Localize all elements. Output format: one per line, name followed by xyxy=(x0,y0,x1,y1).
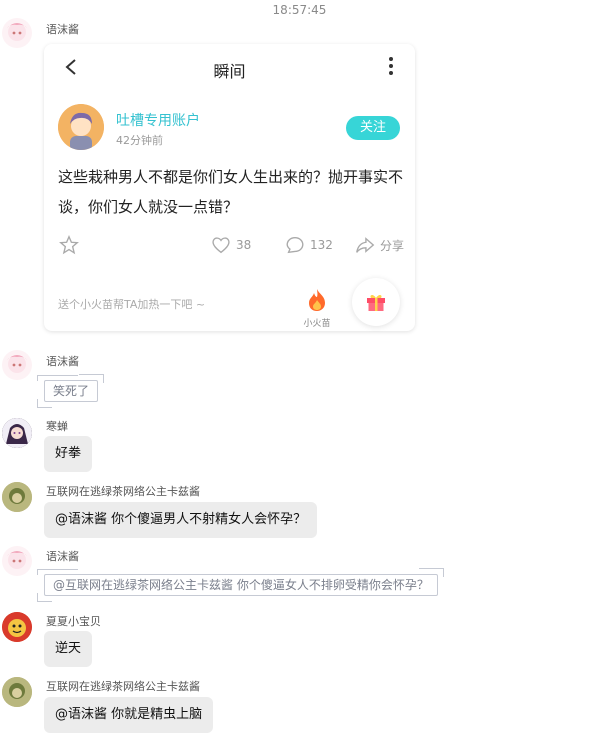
card-header-title: 瞬间 xyxy=(213,62,246,81)
fire-icon xyxy=(309,289,325,311)
comment-count: 132 xyxy=(310,238,333,252)
like-count: 38 xyxy=(236,238,252,252)
avatar[interactable] xyxy=(2,677,32,707)
avatar[interactable] xyxy=(2,350,32,380)
message-bubble[interactable]: @互联网在逃绿茶网络公主卡兹酱 你个傻逼女人不排卵受精你会怀孕？ xyxy=(37,568,444,602)
sender-name: 互联网在逃绿茶网络公主卡兹酱 xyxy=(46,485,200,498)
message-text: @语沫酱 你个傻逼男人不射精女人会怀孕？ xyxy=(55,512,307,527)
message-bubble[interactable]: @语沫酱 你就是精虫上脑 xyxy=(44,697,214,733)
follow-button[interactable]: 关注 xyxy=(346,116,400,140)
message-bubble[interactable]: @语沫酱 你个傻逼男人不射精女人会怀孕？ xyxy=(44,502,318,538)
author-avatar[interactable] xyxy=(58,104,104,150)
share-icon xyxy=(356,237,375,253)
message-bubble[interactable]: 逆天 xyxy=(44,631,93,667)
message-bubble[interactable]: 好拳 xyxy=(44,436,93,472)
avatar[interactable] xyxy=(2,546,32,576)
message-text: @互联网在逃绿茶网络公主卡兹酱 你个傻逼女人不排卵受精你会怀孕？ xyxy=(53,578,429,592)
gift-icon xyxy=(367,294,385,311)
like-button[interactable]: 38 xyxy=(210,234,251,256)
sender-name: 寒蝉 xyxy=(46,420,68,433)
comment-icon xyxy=(286,236,304,254)
avatar[interactable] xyxy=(2,18,32,48)
avatar[interactable] xyxy=(2,482,32,512)
heart-icon xyxy=(212,237,230,254)
comment-button[interactable]: 132 xyxy=(284,234,333,256)
more-options-icon[interactable] xyxy=(389,54,395,78)
post-text: 这些栽种男人不都是你们女人生出来的？抛开事实不谈，你们女人就没一点错？ xyxy=(58,168,404,216)
message-text: 好拳 xyxy=(55,446,82,461)
post-time: 42分钟前 xyxy=(116,134,163,147)
timestamp: 18:57:45 xyxy=(272,3,327,17)
avatar[interactable] xyxy=(2,418,32,448)
fire-button[interactable]: 小火苗 xyxy=(302,288,332,329)
avatar[interactable] xyxy=(2,612,32,642)
message-text: 逆天 xyxy=(55,641,82,656)
sender-name: 夏夏小宝贝 xyxy=(46,615,101,628)
shared-post-card[interactable]: 瞬间 吐槽专用账户 42分钟前 关注 这些栽种男人不都是你们女人生出来的？抛开事… xyxy=(44,44,415,331)
fire-label: 小火苗 xyxy=(303,319,331,329)
message-text: @语沫酱 你就是精虫上脑 xyxy=(55,707,203,722)
message-text: 笑死了 xyxy=(53,384,90,398)
share-label: 分享 xyxy=(380,238,405,253)
share-button[interactable]: 分享 xyxy=(354,234,404,256)
sender-name: 语沫酱 xyxy=(46,355,79,368)
message-bubble[interactable]: 笑死了 xyxy=(36,374,105,408)
account-name[interactable]: 吐槽专用账户 xyxy=(116,110,200,130)
sender-name: 语沫酱 xyxy=(46,23,79,36)
sender-name: 互联网在逃绿茶网络公主卡兹酱 xyxy=(46,680,200,693)
favorite-icon[interactable] xyxy=(58,234,84,256)
promo-hint: 送个小火苗帮TA加热一下吧 ~ xyxy=(58,298,206,311)
gift-button[interactable] xyxy=(352,278,400,326)
sender-name: 语沫酱 xyxy=(46,550,79,563)
